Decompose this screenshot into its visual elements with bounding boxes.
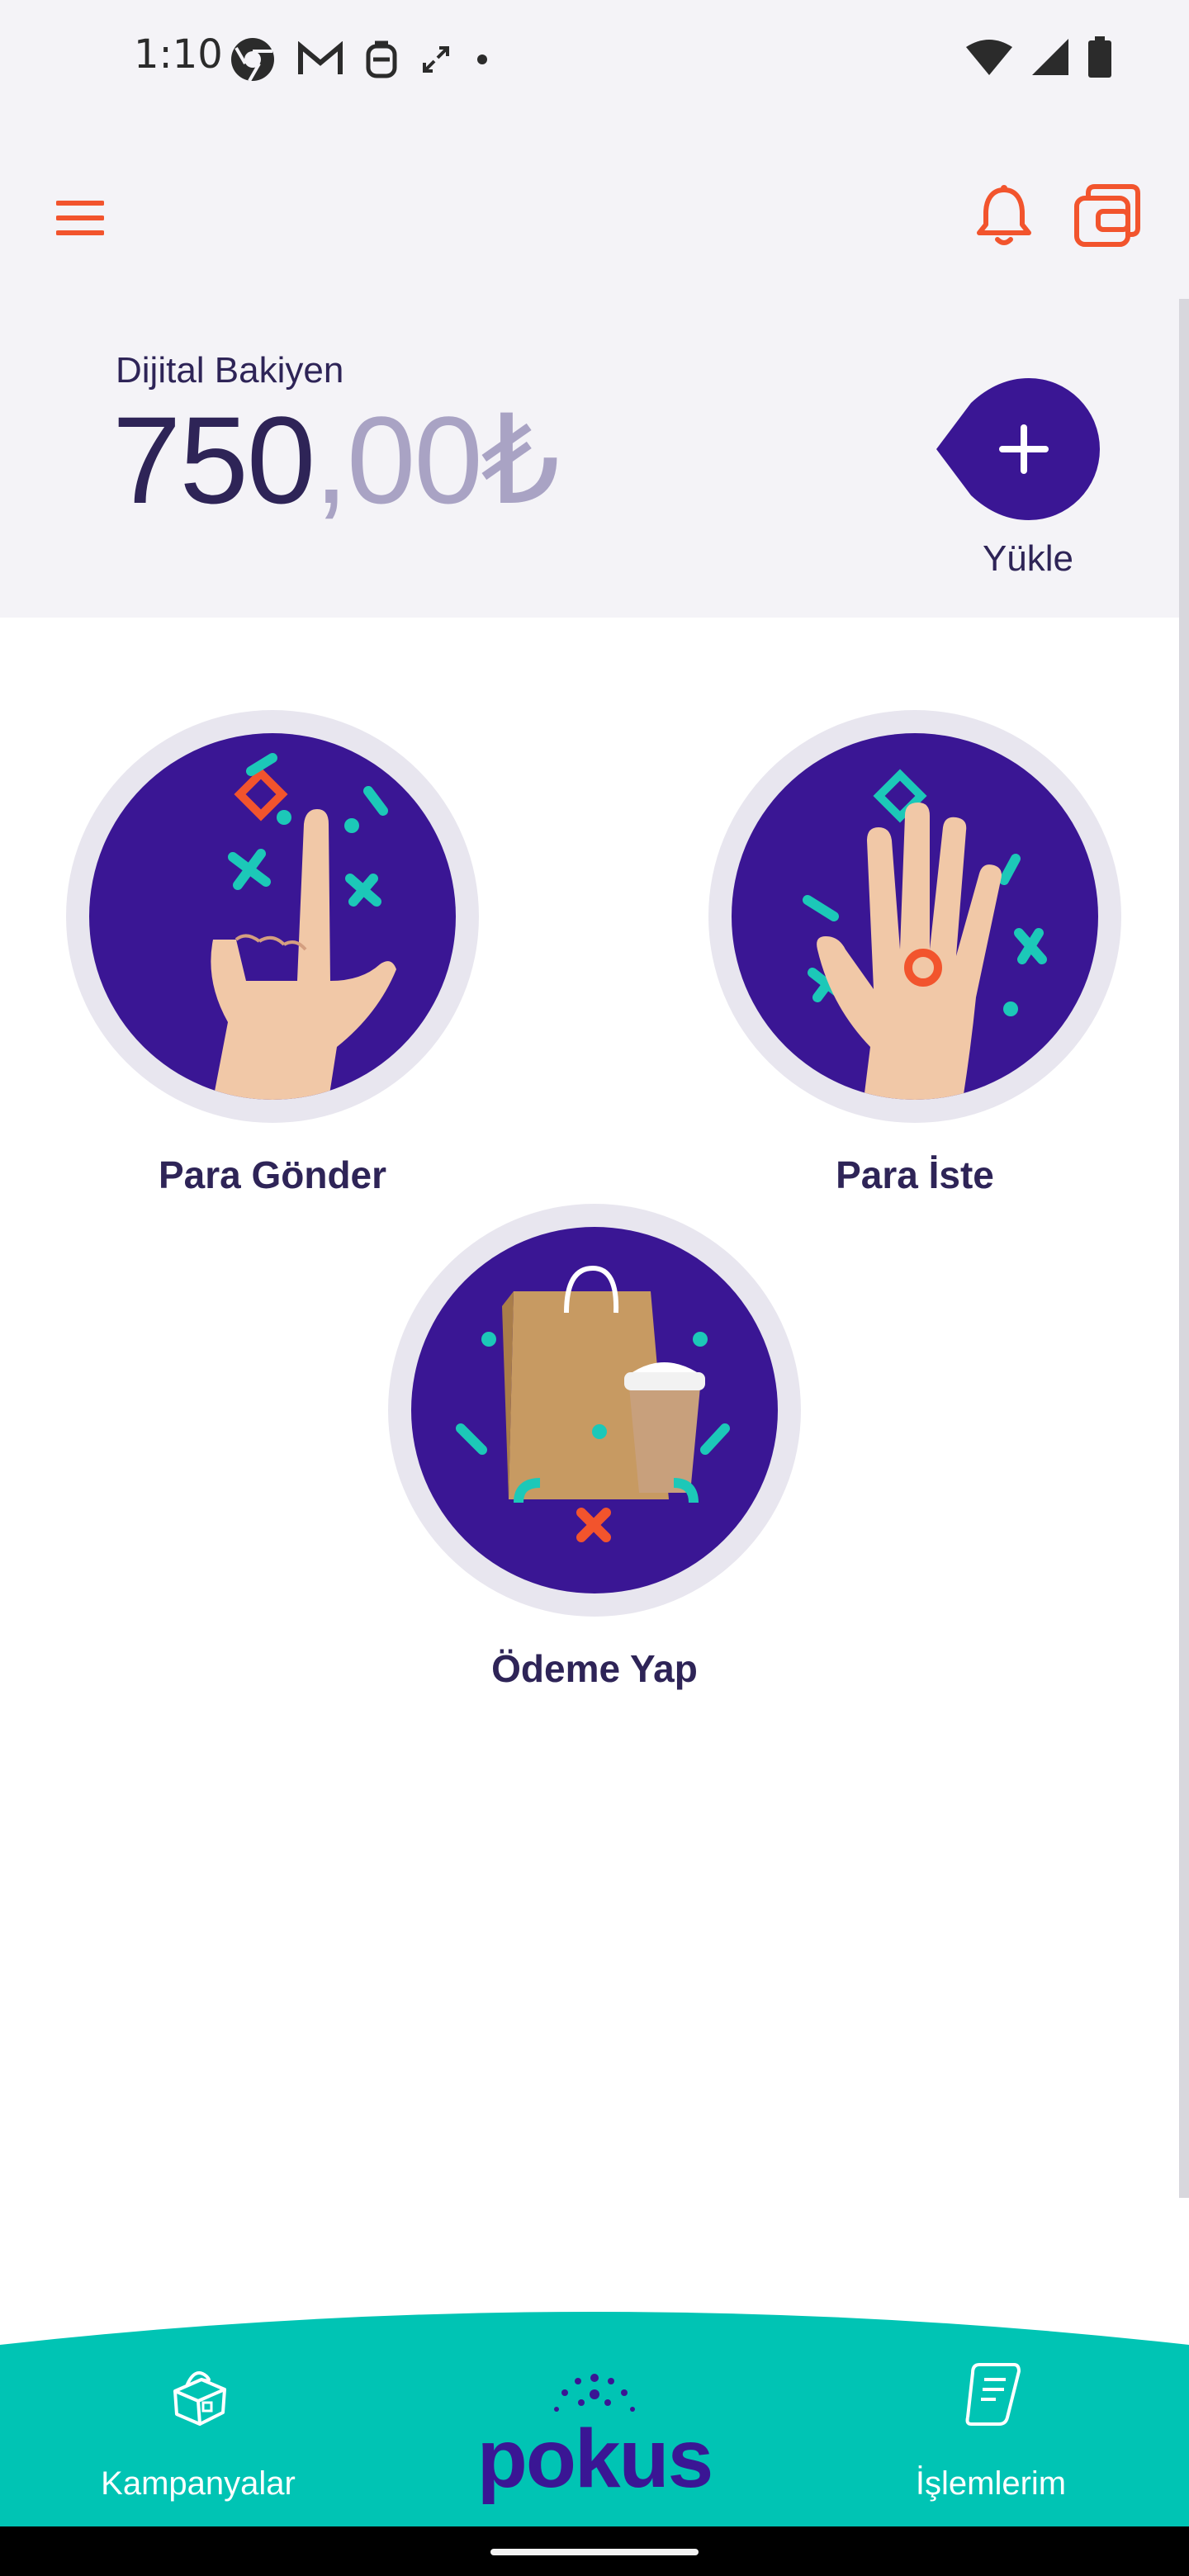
chrome-icon [231,38,274,82]
bottom-navigation: Kampanyalar pokus İşlemlerim [0,2295,1189,2526]
send-money-label: Para Gönder [158,1153,387,1196]
request-money-label: Para İste [836,1153,994,1196]
pokus-logo[interactable]: pokus [462,2370,727,2500]
hamburger-menu-icon [55,201,105,235]
balance-amount-integer: 750 [112,391,315,529]
menu-button[interactable] [55,198,105,238]
status-time: 1:10 [134,31,223,78]
status-system-icons [966,36,1111,78]
make-payment-label: Ödeme Yap [491,1647,698,1690]
expand-icon [423,46,449,73]
make-payment-action[interactable]: Ödeme Yap [388,1204,801,1691]
nav-campaigns[interactable]: Kampanyalar [50,2295,347,2526]
wifi-icon [966,40,1012,75]
gift-box-icon [173,2371,226,2426]
nav-transactions-label: İşlemlerim [915,2465,1067,2502]
brand-name: pokus [476,2413,713,2505]
send-money-action[interactable]: Para Gönder [66,710,479,1197]
dot-icon [477,54,487,64]
receipt-scroll-icon [965,2363,1021,2426]
signal-icon [1032,39,1068,75]
request-money-action[interactable]: Para İste [708,710,1121,1197]
send-money-circle [66,710,479,1123]
balance-label: Dijital Bakiyen [116,350,344,391]
status-bar: 1:10 [0,0,1189,116]
gmail-icon [298,41,343,74]
pointing-hand-icon [211,753,396,1100]
robot-icon [366,40,397,78]
balance-amount-decimal: ,00₺ [314,391,560,529]
nav-campaigns-label: Kampanyalar [101,2465,296,2502]
wallet-button[interactable] [1073,182,1141,249]
balance-section: Dijital Bakiyen 750,00₺ Yükle [0,299,1189,618]
system-gesture-bar [0,2526,1189,2576]
battery-icon [1088,36,1111,78]
wallet-icon [1074,184,1140,247]
home-gesture-handle[interactable] [490,2549,699,2555]
make-payment-circle [388,1204,801,1617]
notifications-button[interactable] [974,183,1034,248]
balance-amount: 750,00₺ [112,398,560,522]
bell-icon [977,185,1031,245]
open-hand-icon [803,769,1047,1100]
load-money-button[interactable] [933,378,1100,520]
nav-transactions[interactable]: İşlemlerim [842,2295,1139,2526]
status-notification-icons [230,36,490,83]
scrollbar[interactable] [1179,299,1189,2198]
load-money-label: Yükle [982,538,1074,579]
request-money-circle [708,710,1121,1123]
shopping-bag-coffee-icon [456,1265,730,1542]
plus-icon [936,378,1100,520]
app-header [0,116,1189,299]
